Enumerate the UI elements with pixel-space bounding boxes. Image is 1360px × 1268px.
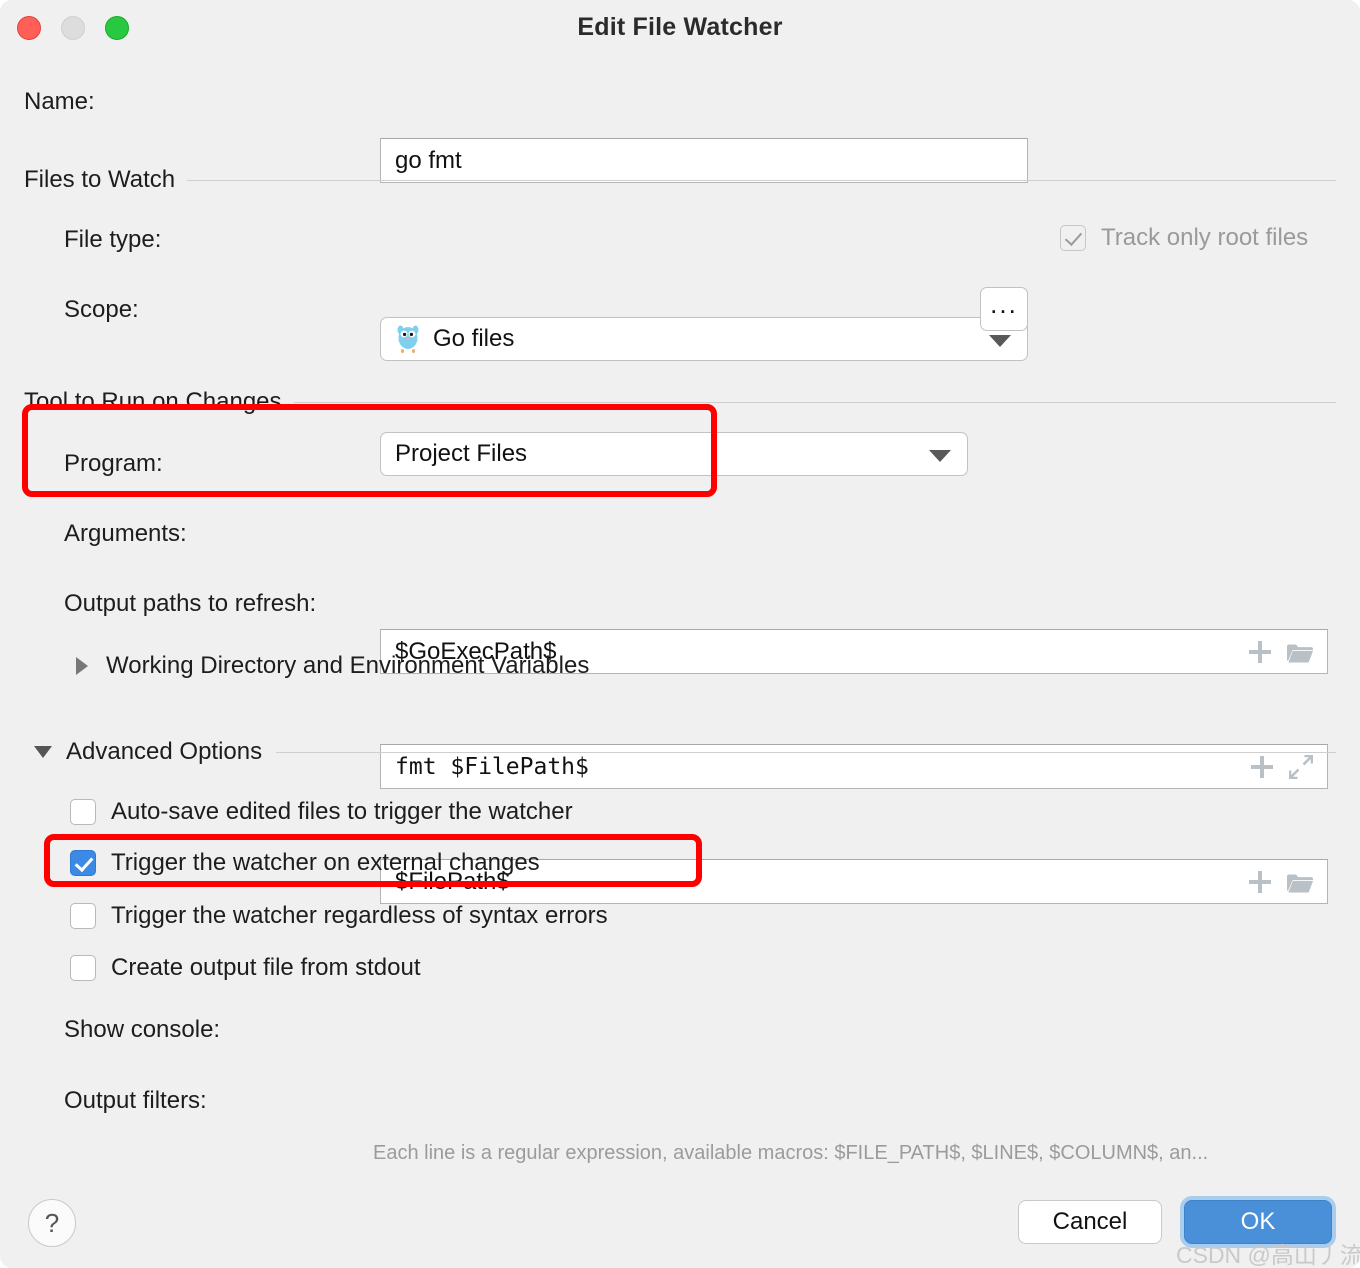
auto-save-label: Auto-save edited files to trigger the wa…: [111, 798, 573, 825]
output-paths-label: Output paths to refresh:: [64, 590, 317, 617]
plus-icon[interactable]: [1249, 640, 1271, 663]
working-directory-label: Working Directory and Environment Variab…: [106, 652, 590, 679]
advanced-options-title: Advanced Options: [66, 738, 263, 765]
create-output-file-label: Create output file from stdout: [111, 954, 421, 981]
tool-to-run-group-header: Tool to Run on Changes: [24, 388, 1336, 416]
files-to-watch-group-header: Files to Watch: [24, 166, 1336, 194]
folder-icon[interactable]: [1287, 642, 1313, 662]
scope-label: Scope:: [64, 296, 139, 323]
auto-save-checkbox-row[interactable]: Auto-save edited files to trigger the wa…: [70, 798, 573, 826]
edit-file-watcher-dialog: Edit File Watcher Name: go fmt Files to …: [0, 0, 1360, 1268]
output-filters-hint: Each line is a regular expression, avail…: [373, 1142, 1209, 1164]
csdn-watermark: CSDN @高山丿流水: [1176, 1242, 1360, 1268]
file-type-label-wrap: File type:: [64, 226, 161, 254]
trigger-external-changes-label: Trigger the watcher on external changes: [111, 849, 540, 876]
chevron-down-icon: [929, 450, 951, 462]
program-label-wrap: Program:: [64, 450, 163, 478]
program-field-icons: [1249, 630, 1313, 673]
trigger-external-changes-checkbox-row[interactable]: Trigger the watcher on external changes: [70, 849, 540, 877]
create-output-file-checkbox-row[interactable]: Create output file from stdout: [70, 954, 421, 982]
arguments-label-wrap: Arguments:: [64, 520, 187, 548]
title-bar: Edit File Watcher: [0, 0, 1360, 56]
plus-icon[interactable]: [1249, 870, 1271, 893]
scope-select[interactable]: Project Files: [380, 432, 968, 476]
show-console-label-wrap: Show console:: [64, 1016, 220, 1044]
tool-to-run-divider: [293, 401, 1336, 403]
scope-value: Project Files: [395, 440, 528, 467]
trigger-syntax-errors-checkbox-row[interactable]: Trigger the watcher regardless of syntax…: [70, 902, 608, 930]
track-only-root-files-label: Track only root files: [1101, 224, 1309, 251]
create-output-file-checkbox[interactable]: [70, 955, 96, 981]
trigger-external-changes-checkbox[interactable]: [70, 850, 96, 876]
working-directory-disclosure[interactable]: Working Directory and Environment Variab…: [76, 652, 589, 680]
output-paths-label-wrap: Output paths to refresh:: [64, 590, 316, 618]
track-only-root-files-checkbox[interactable]: [1060, 225, 1086, 251]
advanced-options-divider: [276, 751, 1336, 753]
chevron-down-icon: [989, 335, 1011, 347]
output-paths-field-icons: [1249, 860, 1313, 903]
chevron-down-icon[interactable]: [34, 746, 52, 758]
name-label-wrap: Name:: [24, 88, 95, 116]
auto-save-checkbox[interactable]: [70, 799, 96, 825]
trigger-syntax-errors-label: Trigger the watcher regardless of syntax…: [111, 902, 608, 929]
show-console-label: Show console:: [64, 1016, 221, 1043]
files-to-watch-divider: [187, 179, 1336, 181]
chevron-right-icon: [76, 657, 88, 675]
name-label: Name:: [24, 88, 95, 115]
program-label: Program:: [64, 450, 163, 477]
advanced-options-group-header[interactable]: Advanced Options: [34, 738, 1336, 766]
output-filters-label-wrap: Output filters:: [64, 1087, 207, 1115]
files-to-watch-title: Files to Watch: [24, 166, 176, 193]
go-gopher-icon: [395, 324, 421, 354]
folder-icon[interactable]: [1287, 872, 1313, 892]
file-type-label: File type:: [64, 226, 162, 253]
scope-label-wrap: Scope:: [64, 296, 139, 324]
tool-to-run-title: Tool to Run on Changes: [24, 388, 282, 415]
file-type-select[interactable]: Go files: [380, 317, 1028, 361]
arguments-label: Arguments:: [64, 520, 187, 547]
scope-browse-button[interactable]: ...: [980, 287, 1028, 331]
trigger-syntax-errors-checkbox[interactable]: [70, 903, 96, 929]
file-type-value: Go files: [433, 325, 515, 352]
help-button[interactable]: ?: [28, 1199, 76, 1247]
window-title: Edit File Watcher: [577, 13, 783, 41]
track-only-root-files-checkbox-row[interactable]: Track only root files: [1060, 224, 1308, 252]
output-filters-label: Output filters:: [64, 1087, 207, 1114]
cancel-button[interactable]: Cancel: [1018, 1200, 1162, 1244]
